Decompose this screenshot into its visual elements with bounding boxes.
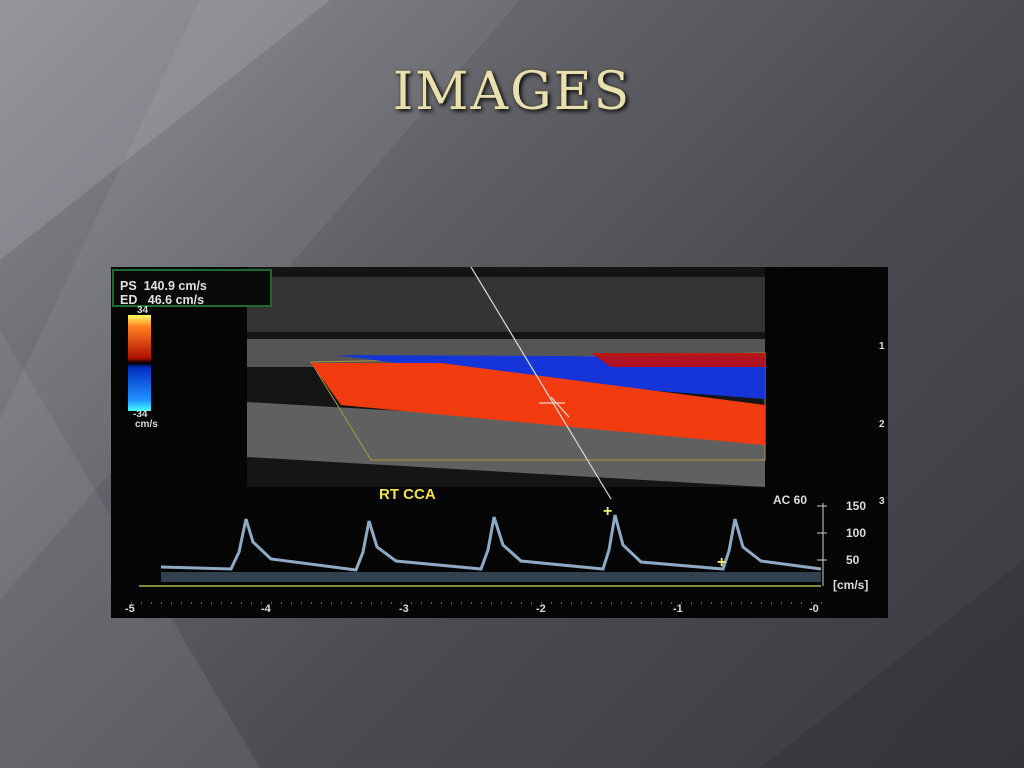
doppler-ultrasound-image: + + PS 140.9 cm/s ED 46.6 cm/s 34 -34 cm… xyxy=(111,267,888,618)
slide-title: IMAGES xyxy=(392,62,632,122)
ultrasound-graphics: + + xyxy=(128,267,827,604)
velocity-tick: 50 xyxy=(846,553,860,567)
depth-tick: 3 xyxy=(879,496,885,507)
time-tick: -4 xyxy=(261,603,271,615)
velocity-tick: 100 xyxy=(846,526,867,540)
peak-systolic-value: PS 140.9 cm/s xyxy=(120,279,207,293)
time-tick: -5 xyxy=(125,603,135,615)
end-diastolic-value: ED 46.6 cm/s xyxy=(120,293,205,307)
velocity-unit: [cm/s] xyxy=(833,578,869,592)
time-tick: -2 xyxy=(536,603,546,615)
time-tick: -3 xyxy=(399,603,409,615)
svg-text:+: + xyxy=(717,554,726,571)
color-scale-max: 34 xyxy=(137,305,149,316)
velocity-tick: 150 xyxy=(846,499,867,513)
depth-tick: 2 xyxy=(879,419,885,430)
velocity-readout: PS 140.9 cm/s ED 46.6 cm/s xyxy=(112,269,272,307)
vessel-label: RT CCA xyxy=(379,486,436,503)
color-scale-unit: cm/s xyxy=(135,419,158,430)
ac-label: AC 60 xyxy=(773,493,808,507)
time-tick: -1 xyxy=(673,603,683,615)
svg-text:+: + xyxy=(603,503,612,520)
time-tick: -0 xyxy=(809,603,819,615)
depth-tick: 1 xyxy=(879,341,885,352)
